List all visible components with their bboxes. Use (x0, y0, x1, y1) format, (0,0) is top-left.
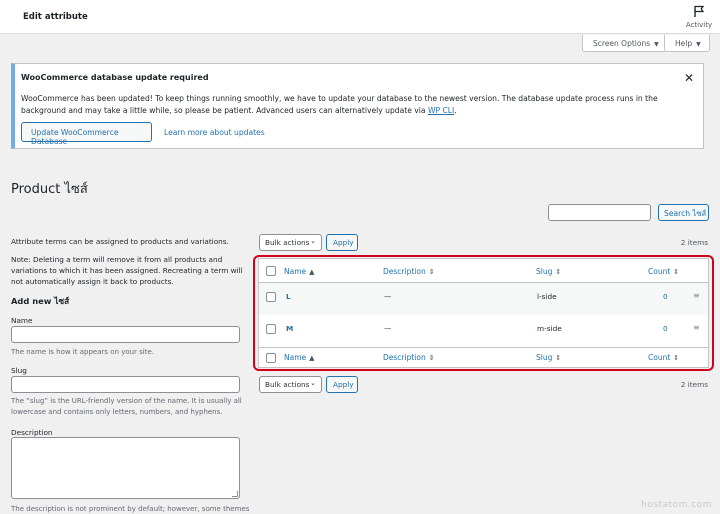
admin-header: Edit attribute Activity (0, 0, 720, 34)
description-textarea[interactable] (11, 437, 240, 499)
bulk-actions-select-bottom[interactable]: Bulk actions ⌄ (259, 376, 322, 393)
page-title: Product ไซส์ (11, 182, 88, 197)
slug-input[interactable] (11, 376, 240, 393)
notice-title: WooCommerce database update required (21, 73, 209, 82)
bulk-actions-label: Bulk actions (265, 238, 310, 247)
help-label: Help (675, 39, 693, 48)
highlight-frame (253, 255, 714, 371)
intro-text: Attribute terms can be assigned to produ… (11, 236, 243, 247)
search-input[interactable] (548, 204, 651, 221)
name-label: Name (11, 316, 33, 325)
delete-note: Note: Deleting a term will remove it fro… (11, 255, 243, 286)
caret-down-icon: ▼ (696, 41, 701, 48)
slug-help: The “slug” is the URL-friendly version o… (11, 397, 242, 416)
activity-label: Activity (685, 21, 713, 29)
help-button[interactable]: Help ▼ (664, 35, 710, 52)
description-help: The description is not prominent by defa… (11, 505, 250, 513)
learn-more-link[interactable]: Learn more about updates (164, 128, 265, 137)
activity-button[interactable]: Activity (684, 5, 714, 29)
bulk-actions-label: Bulk actions (265, 380, 310, 389)
name-help: The name is how it appears on your site. (11, 348, 155, 356)
items-count-bottom: 2 items (680, 380, 708, 389)
wp-cli-link[interactable]: WP CLI (428, 106, 454, 115)
caret-down-icon: ▼ (654, 41, 659, 48)
intro-paragraph: Attribute terms can be assigned to produ… (11, 237, 229, 246)
chevron-down-icon: ⌄ (310, 379, 316, 387)
close-icon[interactable]: ✕ (684, 71, 694, 85)
watermark-text: hostatom.com (641, 500, 712, 510)
apply-button-top[interactable]: Apply (326, 234, 358, 251)
update-database-button[interactable]: Update WooCommerce Database (21, 122, 152, 146)
screen-options-button[interactable]: Screen Options ▼ (582, 35, 668, 52)
add-new-heading: Add new ไซส์ (11, 296, 70, 306)
slug-label: Slug (11, 366, 27, 375)
notice-body-text: WooCommerce has been updated! To keep th… (21, 94, 658, 115)
update-notice: WooCommerce database update required ✕ W… (11, 63, 704, 149)
bulk-actions-select-top[interactable]: Bulk actions ⌄ (259, 234, 322, 251)
chevron-down-icon: ⌄ (310, 237, 316, 245)
name-input[interactable] (11, 326, 240, 343)
page-header-title: Edit attribute (23, 12, 88, 22)
notice-body: WooCommerce has been updated! To keep th… (21, 93, 693, 117)
screen-options-label: Screen Options (593, 39, 651, 48)
description-label: Description (11, 428, 53, 437)
flag-icon (694, 5, 705, 17)
apply-button-bottom[interactable]: Apply (326, 376, 358, 393)
resize-handle-icon[interactable] (232, 491, 238, 497)
search-button[interactable]: Search ไซส์ (658, 204, 709, 221)
items-count-top: 2 items (680, 238, 708, 247)
notice-body-end: . (454, 106, 457, 115)
